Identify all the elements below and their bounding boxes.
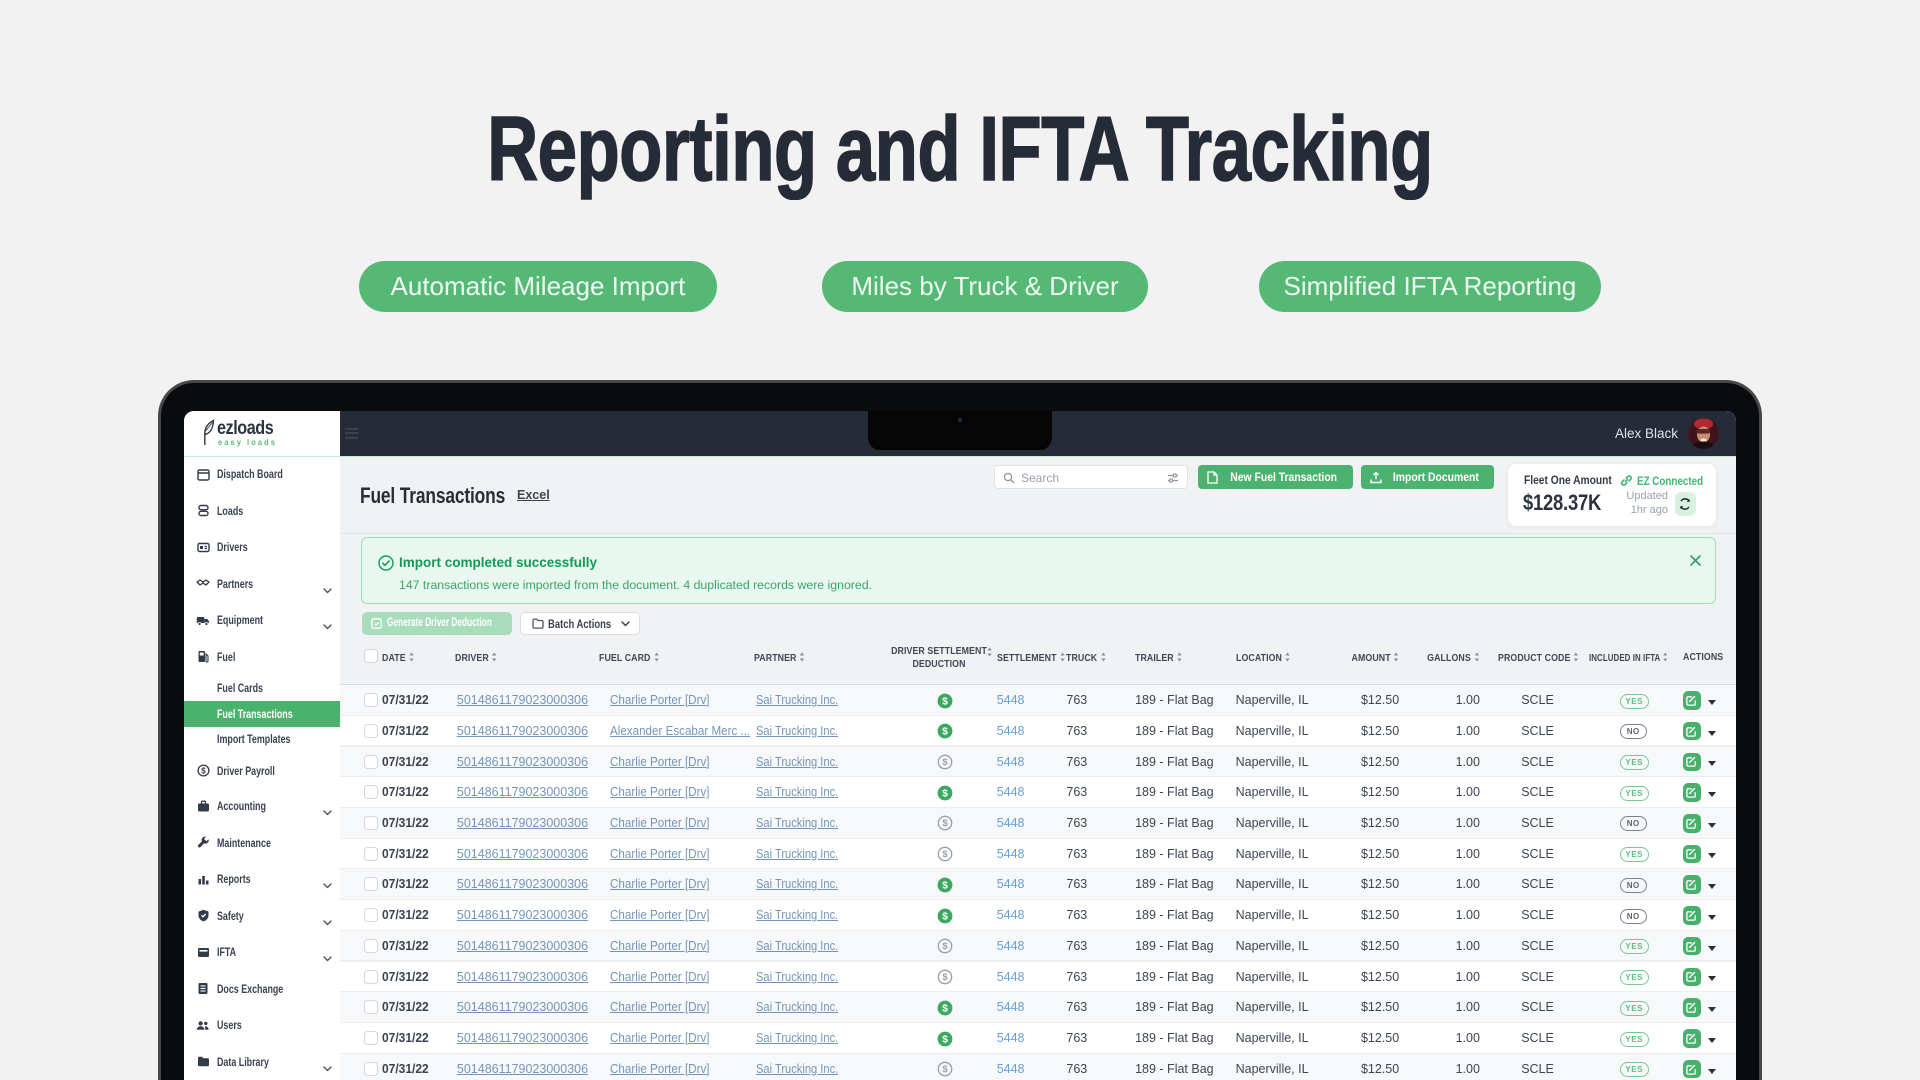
svg-text:$: $ [942,787,948,799]
svg-text:$: $ [943,849,949,860]
svg-text:$: $ [943,819,949,830]
svg-text:$: $ [942,726,948,738]
svg-text:$: $ [943,757,949,768]
svg-text:$: $ [942,695,948,707]
svg-text:$: $ [942,1033,948,1045]
svg-text:$: $ [943,941,949,952]
svg-text:$: $ [942,879,948,891]
svg-text:$: $ [942,1002,948,1014]
svg-text:$: $ [943,972,949,983]
svg-text:$: $ [942,910,948,922]
svg-text:$: $ [201,766,206,775]
svg-text:$: $ [943,1064,949,1075]
